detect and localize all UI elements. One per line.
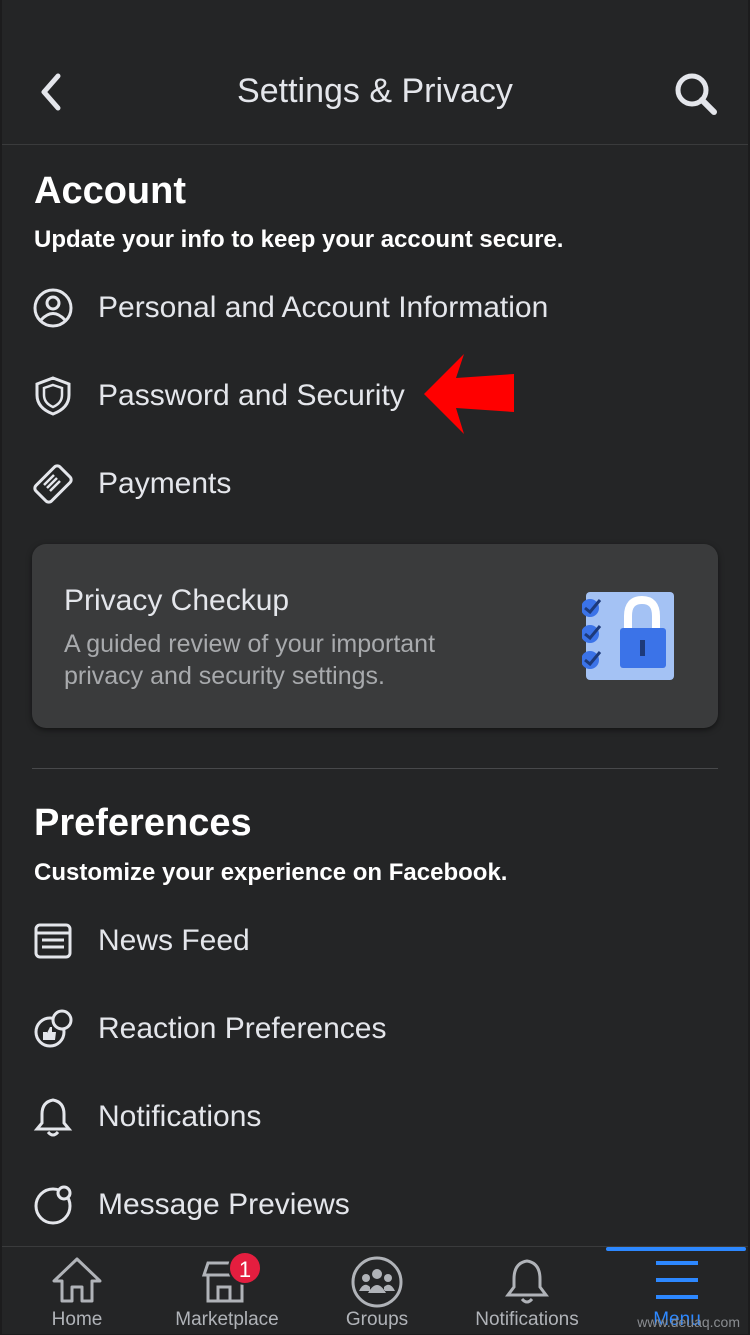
checklist-lock-icon <box>582 592 674 680</box>
page-title: Settings & Privacy <box>237 72 513 110</box>
red-arrow-annotation-icon <box>424 354 514 434</box>
menu-item-reaction-preferences[interactable]: Reaction Preferences <box>32 999 632 1059</box>
menu-item-label: News Feed <box>98 924 250 957</box>
menu-item-label: Message Previews <box>98 1188 350 1221</box>
tab-notifications[interactable]: Notifications <box>452 1247 602 1335</box>
tab-label: Notifications <box>475 1309 579 1330</box>
home-icon <box>52 1257 102 1303</box>
menu-item-label: Reaction Preferences <box>98 1012 387 1045</box>
tab-label: Groups <box>345 1309 409 1330</box>
message-preview-icon <box>34 1185 72 1225</box>
search-icon[interactable] <box>672 70 720 118</box>
account-subtitle: Update your info to keep your account se… <box>34 226 564 253</box>
menu-item-password-security[interactable]: Password and Security <box>32 366 632 426</box>
bell-icon <box>33 1098 73 1137</box>
news-feed-icon <box>34 923 72 959</box>
notification-badge: 1 <box>228 1251 262 1285</box>
tab-label: Home <box>51 1309 103 1330</box>
hamburger-menu-icon <box>656 1261 698 1299</box>
groups-icon <box>351 1256 403 1308</box>
account-heading: Account <box>34 170 186 212</box>
preferences-heading: Preferences <box>34 802 252 844</box>
bottom-tab-bar: Home 1 Marketplace Groups Notifications … <box>2 1246 748 1334</box>
menu-item-label: Payments <box>98 467 232 500</box>
privacy-checkup-title: Privacy Checkup <box>64 584 290 617</box>
section-divider <box>32 768 718 769</box>
watermark: www.deuaq.com <box>637 1314 740 1330</box>
preferences-subtitle: Customize your experience on Facebook. <box>34 859 508 886</box>
header: Settings & Privacy <box>2 0 748 145</box>
reaction-icon <box>34 1009 73 1048</box>
menu-item-news-feed[interactable]: News Feed <box>32 911 632 971</box>
tab-home[interactable]: Home <box>2 1247 152 1335</box>
active-tab-indicator <box>606 1247 746 1251</box>
menu-item-label: Personal and Account Information <box>98 291 549 324</box>
privacy-checkup-card[interactable]: Privacy Checkup A guided review of your … <box>32 544 718 728</box>
tab-label: Marketplace <box>175 1309 279 1330</box>
menu-item-payments[interactable]: Payments <box>32 454 632 514</box>
settings-screen: Settings & Privacy Account Update your i… <box>2 0 748 1334</box>
menu-item-notifications[interactable]: Notifications <box>32 1087 632 1147</box>
shield-icon <box>35 376 71 416</box>
privacy-checkup-description: A guided review of your important privac… <box>64 630 436 690</box>
tab-groups[interactable]: Groups <box>302 1247 452 1335</box>
menu-item-label: Notifications <box>98 1100 262 1133</box>
user-circle-icon <box>33 288 73 328</box>
card-icon <box>33 464 73 504</box>
menu-item-message-previews[interactable]: Message Previews <box>32 1175 632 1235</box>
tab-marketplace[interactable]: 1 Marketplace <box>152 1247 302 1335</box>
menu-item-label: Password and Security <box>98 379 405 412</box>
bell-icon <box>505 1259 549 1304</box>
menu-item-personal-info[interactable]: Personal and Account Information <box>32 278 632 338</box>
